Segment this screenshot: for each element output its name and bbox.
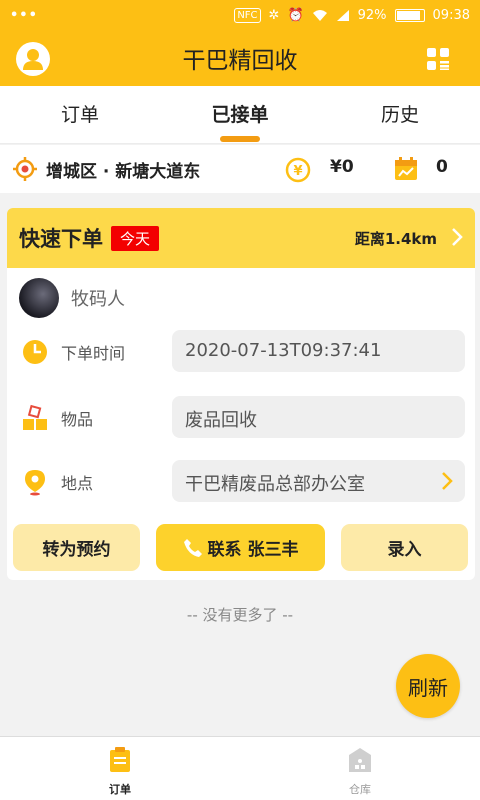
order-time-row: 下单时间 2020-07-13T09:37:41 (7, 330, 475, 372)
customer-avatar (19, 278, 59, 318)
battery-percent: 92% (357, 7, 387, 23)
nav-orders-label: 订单 (109, 783, 131, 796)
wifi-icon (312, 9, 327, 21)
user-icon (23, 49, 43, 70)
money-icon: ¥ (285, 157, 311, 183)
earnings-value: ¥0 (330, 157, 354, 177)
app-header: ••• NFC ✲ ⏰ 92% 09:38 干巴精回收 (0, 0, 480, 86)
chevron-right-icon (442, 472, 453, 490)
location-text[interactable]: 增城区 · 新塘大道东 (46, 157, 200, 182)
nfc-indicator: NFC (234, 7, 261, 23)
boxes-icon (23, 404, 47, 430)
notification-dots: ••• (10, 7, 38, 23)
item-label: 物品 (61, 410, 94, 429)
clock-icon (23, 340, 47, 364)
order-card-header[interactable]: 快速下单 今天 距离1.4km (7, 208, 475, 268)
customer-name: 牧码人 (71, 289, 125, 310)
map-pin-icon (25, 470, 45, 496)
order-time-value: 2020-07-13T09:37:41 (172, 330, 465, 372)
profile-avatar-button[interactable] (16, 42, 50, 76)
distance-label: 距离1.4km (354, 229, 437, 248)
refresh-button[interactable]: 刷新 (396, 654, 460, 718)
order-card: 快速下单 今天 距离1.4km 牧码人 下单时间 2020-07-13T09:3… (7, 208, 475, 580)
order-actions: 转为预约 联系 张三丰 录入 (7, 524, 475, 572)
order-type-label: 快速下单 (19, 227, 103, 251)
chevron-right-icon (452, 228, 463, 246)
contact-customer-label: 联系 张三丰 (207, 540, 299, 560)
warehouse-icon (349, 748, 371, 772)
no-more-text: -- 没有更多了 -- (186, 606, 294, 624)
bottom-nav: 订单 仓库 (0, 736, 480, 800)
nav-warehouse-label: 仓库 (349, 783, 371, 796)
convert-to-reservation-button[interactable]: 转为预约 (13, 524, 140, 571)
order-tabs: 订单 已接单 历史 (0, 86, 480, 144)
order-time-label: 下单时间 (61, 344, 126, 363)
battery-icon (394, 8, 425, 22)
enter-record-button[interactable]: 录入 (341, 524, 468, 571)
item-value: 废品回收 (172, 396, 465, 438)
contact-customer-button[interactable]: 联系 张三丰 (156, 524, 325, 571)
phone-icon (183, 538, 202, 557)
nav-orders[interactable]: 订单 (0, 737, 240, 800)
signal-icon (336, 9, 349, 21)
tab-accepted[interactable]: 已接单 (160, 86, 320, 143)
grid-icon (427, 48, 449, 70)
bluetooth-icon: ✲ (268, 7, 280, 23)
svg-text:¥: ¥ (293, 164, 302, 179)
place-label: 地点 (61, 474, 94, 493)
tab-history[interactable]: 历史 (320, 86, 480, 143)
clipboard-icon (110, 747, 130, 772)
place-value[interactable]: 干巴精废品总部办公室 (172, 460, 465, 502)
order-count: 0 (436, 157, 448, 177)
tab-orders[interactable]: 订单 (0, 86, 160, 143)
location-bar: 增城区 · 新塘大道东 ¥ ¥0 0 (0, 145, 480, 193)
enter-record-label: 录入 (387, 540, 422, 560)
calendar-icon (395, 157, 417, 180)
refresh-label: 刷新 (408, 675, 448, 700)
alarm-icon: ⏰ (287, 7, 304, 23)
today-badge: 今天 (111, 225, 160, 251)
page-title: 干巴精回收 (182, 48, 298, 74)
customer-row: 牧码人 (7, 268, 475, 328)
menu-grid-button[interactable] (426, 47, 450, 71)
status-bar: ••• NFC ✲ ⏰ 92% 09:38 (0, 0, 480, 30)
convert-to-reservation-label: 转为预约 (42, 540, 111, 560)
clock: 09:38 (432, 7, 470, 23)
location-target-icon (13, 157, 37, 181)
nav-warehouse[interactable]: 仓库 (240, 737, 480, 800)
item-row: 物品 废品回收 (7, 396, 475, 438)
place-row[interactable]: 地点 干巴精废品总部办公室 (7, 460, 475, 502)
